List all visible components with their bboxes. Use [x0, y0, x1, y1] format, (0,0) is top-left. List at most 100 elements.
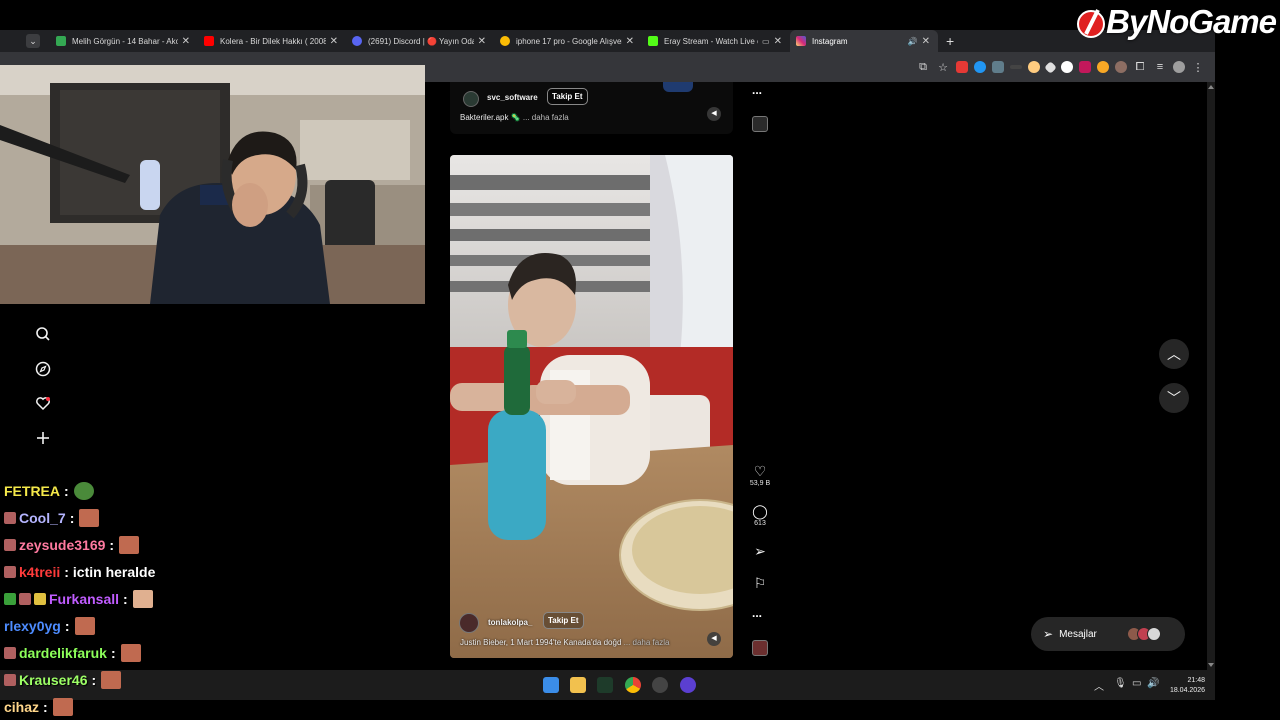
- more-options-icon[interactable]: ...: [752, 83, 762, 97]
- browser-tab[interactable]: Kolera - Bir Dilek Hakkı ( 2008 ) ✕: [198, 30, 346, 52]
- bynogame-logo: ByNoGame: [1076, 2, 1277, 42]
- reel-caption[interactable]: Justin Bieber, 1 Mart 1994'te Kanada'da …: [460, 638, 669, 647]
- follow-button[interactable]: Takip Et: [543, 612, 584, 629]
- profile-avatar-icon[interactable]: [1173, 61, 1185, 73]
- share-button[interactable]: ➢: [748, 543, 772, 559]
- reel-username[interactable]: svc_software: [487, 93, 538, 102]
- bookmark-star-icon[interactable]: ☆: [936, 61, 950, 74]
- browser-tab[interactable]: (2691) Discord | 🔴 Yayın Odası ✕: [346, 30, 494, 52]
- mute-icon[interactable]: ◀: [707, 107, 721, 121]
- chat-message: rlexy0yg:: [4, 615, 95, 637]
- chrome-icon[interactable]: [625, 677, 641, 693]
- speaker-icon[interactable]: 🔊: [908, 37, 918, 46]
- emote-icon: [120, 644, 141, 662]
- mute-icon[interactable]: ◀: [707, 632, 721, 646]
- more-caption-link[interactable]: ... daha fazla: [624, 638, 670, 647]
- chat-separator: :: [64, 483, 69, 499]
- like-button[interactable]: ♡ 53,9 B: [748, 463, 772, 487]
- install-app-icon[interactable]: ⧉: [916, 61, 930, 74]
- reel-caption[interactable]: Bakteriler.apk 🦠 ... daha fazla: [460, 113, 569, 122]
- media-controls-icon[interactable]: ≡: [1153, 61, 1167, 73]
- comment-button[interactable]: ◯ 613: [748, 503, 772, 527]
- chevron-up-icon[interactable]: ︿: [1094, 678, 1104, 693]
- notifications-heart-icon[interactable]: [34, 395, 52, 413]
- terminal-icon[interactable]: [597, 677, 613, 693]
- browser-tab[interactable]: Eray Stream - Watch Live on ▭ ✕: [642, 30, 790, 52]
- chat-message: dardelikfaruk:: [4, 642, 141, 664]
- extension-icon[interactable]: [1079, 61, 1091, 73]
- explore-icon[interactable]: [34, 361, 52, 379]
- close-icon[interactable]: ✕: [626, 36, 634, 47]
- browser-tab-active[interactable]: Instagram 🔊 ✕: [790, 30, 938, 52]
- chat-username: dardelikfaruk: [19, 645, 107, 661]
- previous-reel-button[interactable]: ︿: [1159, 339, 1189, 369]
- heart-icon: ♡: [753, 463, 767, 479]
- badge-icon: [4, 647, 16, 659]
- extension-icon[interactable]: [1115, 61, 1127, 73]
- avatar[interactable]: [463, 91, 479, 107]
- chevron-down-icon[interactable]: ⌄: [26, 34, 40, 48]
- avatar[interactable]: [459, 613, 479, 633]
- picture-in-picture-icon[interactable]: ▭: [762, 37, 770, 46]
- tab-favicon-icon: [500, 36, 510, 46]
- more-caption-link[interactable]: ... daha fazla: [523, 113, 569, 122]
- extension-icon[interactable]: [1044, 60, 1057, 74]
- audio-thumbnail-icon[interactable]: [752, 640, 768, 656]
- save-button[interactable]: ⚐: [748, 575, 772, 591]
- chat-message: Cool_7:: [4, 507, 100, 529]
- browser-tab[interactable]: Melih Görgün - 14 Bahar - Akor ✕: [50, 30, 198, 52]
- tab-favicon-icon: [352, 36, 362, 46]
- bookmark-icon: ⚐: [753, 575, 767, 591]
- tab-favicon-icon: [56, 36, 66, 46]
- messages-label: Mesajlar: [1059, 628, 1097, 640]
- kebab-menu-icon[interactable]: ⋮: [1191, 61, 1205, 74]
- system-clock[interactable]: 21:48 18.04.2026: [1170, 676, 1205, 696]
- create-plus-icon[interactable]: [34, 430, 52, 448]
- reel-overlay-tag: [663, 82, 693, 92]
- reel-video-frame: [450, 155, 733, 658]
- extension-icon[interactable]: [974, 61, 986, 73]
- microphone-icon[interactable]: 🎙: [1114, 678, 1127, 689]
- volume-icon[interactable]: 🔊: [1147, 678, 1159, 689]
- tab-title: Eray Stream - Watch Live on: [664, 36, 759, 46]
- app-icon[interactable]: [680, 677, 696, 693]
- file-explorer-icon[interactable]: [570, 677, 586, 693]
- scroll-down-arrow-icon[interactable]: [1208, 663, 1214, 667]
- send-icon: ➢: [754, 543, 766, 559]
- close-icon[interactable]: ✕: [774, 36, 782, 47]
- browser-tab[interactable]: iphone 17 pro - Google Alışveriş ✕: [494, 30, 642, 52]
- extension-icon[interactable]: [1010, 65, 1022, 69]
- audio-thumbnail-icon[interactable]: [752, 116, 768, 132]
- close-icon[interactable]: ✕: [922, 36, 930, 47]
- windows-start-icon[interactable]: [543, 677, 559, 693]
- extension-icon[interactable]: [1097, 61, 1109, 73]
- clock-date: 18.04.2026: [1169, 687, 1205, 694]
- badge-icon: [34, 593, 46, 605]
- extension-icon[interactable]: [956, 61, 968, 73]
- steam-icon[interactable]: [652, 677, 668, 693]
- page-scrollbar[interactable]: [1207, 82, 1215, 670]
- follow-button[interactable]: Takip Et: [547, 88, 588, 105]
- messages-button[interactable]: ➢ Mesajlar: [1031, 617, 1185, 651]
- close-icon[interactable]: ✕: [182, 36, 190, 47]
- reel-username[interactable]: tonlakolpa_: [488, 618, 532, 627]
- chat-message: cihaz:: [4, 696, 73, 718]
- network-icon[interactable]: ▭: [1132, 678, 1141, 689]
- close-icon[interactable]: ✕: [330, 36, 338, 47]
- close-icon[interactable]: ✕: [478, 36, 486, 47]
- extension-icon[interactable]: [992, 61, 1004, 73]
- next-reel-button[interactable]: ﹀: [1159, 383, 1189, 413]
- more-options-icon[interactable]: ...: [752, 606, 762, 620]
- plus-icon[interactable]: +: [946, 33, 954, 49]
- badge-icon: [4, 512, 16, 524]
- emote-icon: [132, 590, 153, 608]
- extensions-puzzle-icon[interactable]: ⧠: [1133, 61, 1147, 74]
- search-icon[interactable]: [34, 326, 52, 344]
- scroll-up-arrow-icon[interactable]: [1208, 85, 1214, 89]
- extension-icon[interactable]: [1028, 61, 1040, 73]
- like-count: 53,9 B: [749, 480, 771, 487]
- reel-card-previous[interactable]: svc_software Takip Et Bakteriler.apk 🦠 .…: [450, 82, 733, 134]
- reel-video[interactable]: tonlakolpa_ Takip Et Justin Bieber, 1 Ma…: [450, 155, 733, 658]
- badge-icon: [19, 593, 31, 605]
- extension-icon[interactable]: [1061, 61, 1073, 73]
